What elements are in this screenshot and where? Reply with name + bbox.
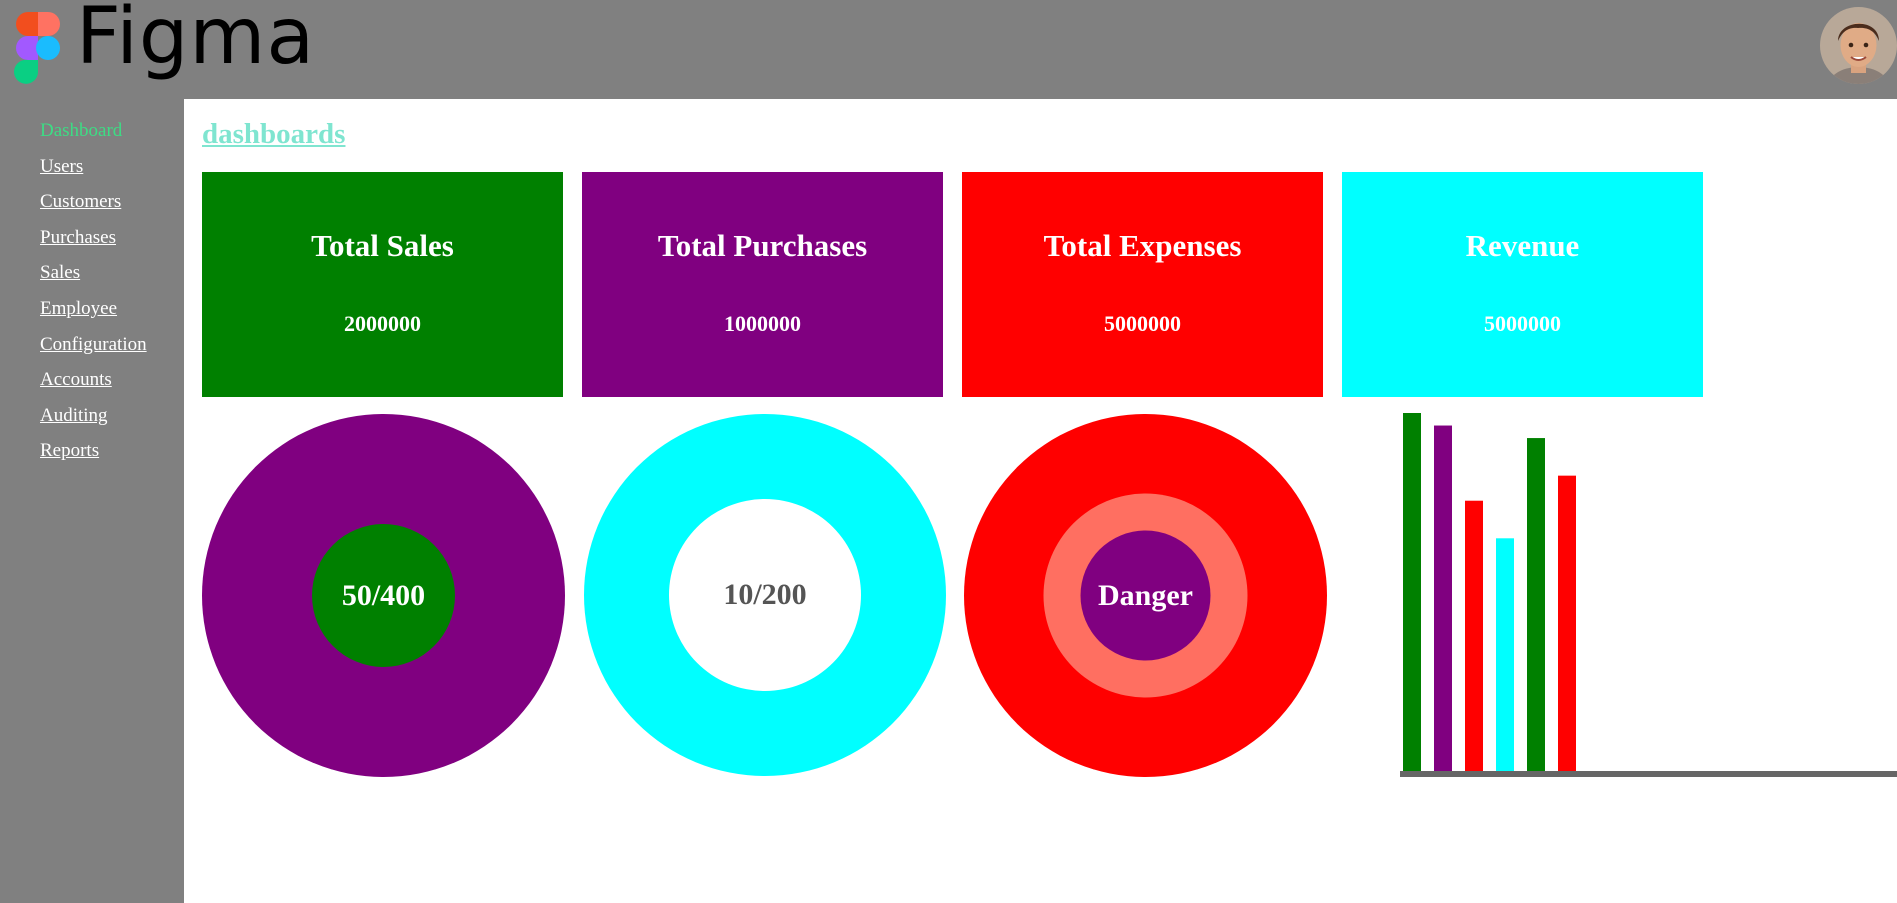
- page-title[interactable]: dashboards: [202, 118, 345, 151]
- donut-label: 50/400: [341, 578, 426, 612]
- sidebar-item-reports[interactable]: Reports: [40, 440, 99, 461]
- bar-5: [1527, 438, 1545, 771]
- sidebar-item-customers[interactable]: Customers: [40, 191, 121, 212]
- card-value: 2000000: [344, 311, 421, 336]
- bar-chart: [1400, 413, 1897, 779]
- sidebar-item-dashboard[interactable]: Dashboard: [40, 120, 122, 141]
- bar-6: [1558, 475, 1576, 771]
- donut-chart-2: 10/200: [584, 414, 946, 776]
- donut-chart-1: 50/400: [202, 414, 565, 777]
- card-total-sales: Total Sales 2000000: [202, 172, 563, 397]
- card-revenue: Revenue 5000000: [1342, 172, 1703, 397]
- sidebar-item-users[interactable]: Users: [40, 156, 83, 177]
- donut-label: 10/200: [723, 578, 807, 611]
- app-logo[interactable]: Figma: [14, 0, 314, 88]
- bar-1: [1403, 413, 1421, 771]
- sidebar-item-employee[interactable]: Employee: [40, 298, 117, 319]
- sidebar-item-purchases[interactable]: Purchases: [40, 227, 116, 248]
- sidebar-item-auditing[interactable]: Auditing: [40, 405, 108, 426]
- card-title: Total Purchases: [657, 228, 868, 263]
- app-name: Figma: [76, 0, 316, 82]
- bar-2: [1434, 425, 1452, 771]
- card-total-purchases: Total Purchases 1000000: [582, 172, 943, 397]
- card-title: Total Expenses: [1043, 228, 1242, 263]
- bar-3: [1465, 500, 1483, 771]
- donut-label: Danger: [1098, 578, 1193, 612]
- figma-logo-icon: [14, 12, 60, 84]
- card-title: Revenue: [1465, 228, 1580, 263]
- card-title: Total Sales: [311, 228, 454, 263]
- bar-chart-svg: [1400, 413, 1897, 777]
- donut-chart-3: Danger: [964, 414, 1327, 777]
- sidebar-item-configuration[interactable]: Configuration: [40, 334, 147, 355]
- x-axis-line: [1400, 771, 1897, 777]
- card-value: 5000000: [1104, 311, 1181, 336]
- avatar-icon: [1820, 7, 1897, 84]
- top-bar: Figma: [0, 0, 1897, 99]
- sidebar: Dashboard Users Customers Purchases Sale…: [0, 99, 184, 903]
- sidebar-nav: Dashboard Users Customers Purchases Sale…: [40, 120, 147, 476]
- card-total-expenses: Total Expenses 5000000: [962, 172, 1323, 397]
- bar-4: [1496, 538, 1514, 771]
- user-avatar[interactable]: [1820, 7, 1897, 84]
- card-value: 1000000: [724, 311, 801, 336]
- sidebar-item-accounts[interactable]: Accounts: [40, 369, 112, 390]
- sidebar-item-sales[interactable]: Sales: [40, 262, 80, 283]
- card-value: 5000000: [1484, 311, 1561, 336]
